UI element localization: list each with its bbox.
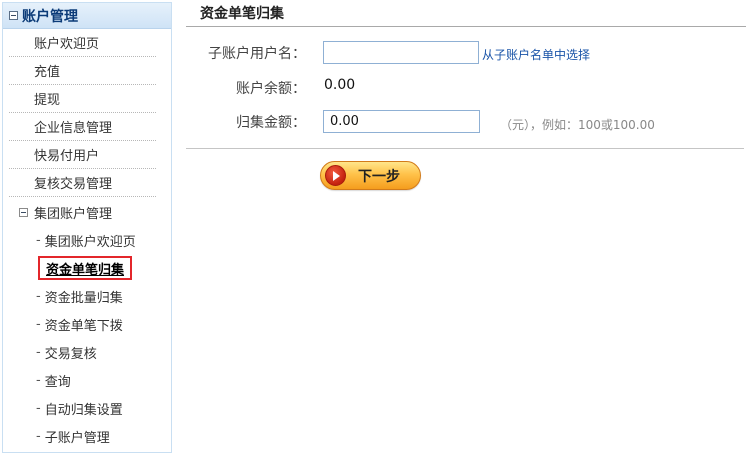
sidebar-subitem-label: 查询	[44, 374, 71, 390]
dash-icon: -	[36, 400, 41, 416]
sidebar-subitem-single-allocation[interactable]: - 资金单笔下拨	[36, 310, 123, 338]
sidebar-subitem-auto-collection[interactable]: - 自动归集设置	[36, 394, 123, 422]
dash-icon: -	[36, 428, 41, 444]
next-step-button[interactable]: 下一步	[320, 161, 421, 190]
dash-icon: -	[36, 344, 41, 360]
dash-icon: -	[36, 372, 41, 388]
sidebar-item-label: 复核交易管理	[34, 177, 113, 192]
page-title: 资金单笔归集	[186, 0, 746, 27]
sidebar-group-label: 集团账户管理	[34, 206, 113, 222]
select-from-list-link[interactable]: 从子账户名单中选择	[482, 46, 590, 63]
sidebar-subitem-label: 资金单笔归集	[46, 262, 125, 278]
sidebar-item-enterprise-info[interactable]: 企业信息管理	[9, 113, 156, 141]
username-label: 子账户用户名：	[208, 46, 306, 62]
sidebar-subitem-transaction-review[interactable]: - 交易复核	[36, 338, 97, 366]
sidebar-item-account-welcome[interactable]: 账户欢迎页	[9, 29, 156, 57]
sidebar-item-label: 快易付用户	[34, 149, 100, 164]
amount-input[interactable]	[323, 110, 480, 133]
sidebar-subitem-label: 子账户管理	[44, 430, 110, 446]
page-title-text: 资金单笔归集	[200, 6, 284, 22]
sidebar-item-label: 账户欢迎页	[34, 37, 100, 52]
sidebar-subitem-sub-account-management[interactable]: - 子账户管理	[36, 422, 110, 450]
amount-hint: （元），例如：100或100.00	[500, 118, 655, 132]
sidebar-item-quickpay-users[interactable]: 快易付用户	[9, 141, 156, 169]
sidebar-subitem-query[interactable]: - 查询	[36, 366, 71, 394]
username-input[interactable]	[323, 41, 479, 64]
sidebar-subitem-label: 资金单笔下拨	[44, 318, 123, 334]
sidebar-subitem-single-collection[interactable]: 资金单笔归集	[38, 256, 133, 280]
sidebar-header-label: 账户管理	[22, 8, 78, 25]
sidebar-item-recharge[interactable]: 充值	[9, 57, 156, 85]
sidebar-item-label: 充值	[34, 65, 61, 80]
dash-icon: -	[36, 316, 41, 332]
sidebar-group-group-account[interactable]: 集团账户管理	[9, 198, 156, 226]
sidebar-item-label: 企业信息管理	[34, 121, 113, 136]
sidebar-item-review-transactions[interactable]: 复核交易管理	[9, 169, 156, 197]
dash-icon: -	[36, 288, 41, 304]
sidebar-subitem-label: 自动归集设置	[44, 402, 123, 418]
balance-value: 0.00	[324, 77, 356, 93]
sidebar-subitem-group-welcome[interactable]: - 集团账户欢迎页	[36, 226, 136, 254]
sidebar-subitem-label: 交易复核	[44, 346, 97, 362]
sidebar-subitem-label: 资金批量归集	[44, 290, 123, 306]
amount-label: 归集金额：	[236, 115, 306, 131]
dash-icon: -	[36, 232, 41, 248]
collapse-icon[interactable]	[19, 207, 28, 217]
sidebar-item-withdraw[interactable]: 提现	[9, 85, 156, 113]
sidebar-header[interactable]: 账户管理	[3, 3, 171, 29]
sidebar-subitem-batch-collection[interactable]: - 资金批量归集	[36, 282, 123, 310]
balance-label: 账户余额：	[236, 81, 306, 97]
play-arrow-icon	[325, 165, 346, 186]
sidebar-item-label: 提现	[34, 93, 61, 108]
next-step-label: 下一步	[358, 168, 400, 185]
collapse-icon[interactable]	[9, 11, 18, 20]
sidebar-subitem-label: 集团账户欢迎页	[44, 234, 136, 250]
form-divider	[186, 148, 744, 149]
